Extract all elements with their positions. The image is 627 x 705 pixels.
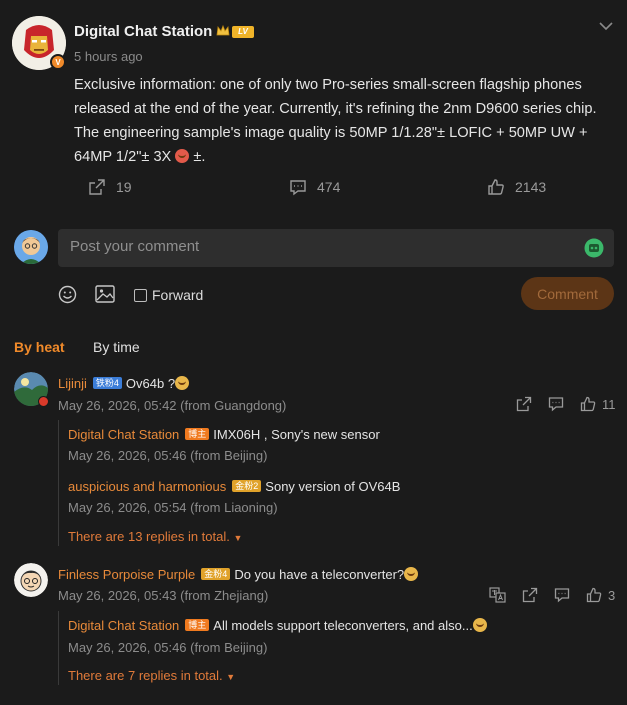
emoji-picker-icon[interactable] [584, 238, 604, 263]
submit-comment-button[interactable]: Comment [521, 277, 614, 310]
thumbs-up-icon [488, 179, 504, 195]
reply-time: May 26, 2026, 05:54 (from Liaoning) [68, 500, 278, 515]
level-badge: LV [232, 26, 254, 38]
comment-header: Lijinji 铁粉4 Ov64b ? [58, 375, 190, 393]
more-replies-link[interactable]: There are 7 replies in total. ▼ [68, 668, 235, 683]
chevron-down-icon[interactable] [598, 19, 614, 37]
comment-text: Ov64b ? [125, 376, 176, 391]
comment-icon [290, 180, 306, 196]
share-icon[interactable] [516, 396, 532, 417]
tab-by-heat[interactable]: By heat [14, 339, 65, 355]
post-body-tail: ±. [193, 149, 206, 165]
translate-icon[interactable] [489, 587, 506, 608]
thumbs-up-icon [580, 396, 596, 412]
post-time: 5 hours ago [74, 49, 143, 64]
share-icon [89, 179, 105, 195]
share-icon[interactable] [522, 587, 538, 608]
vip-badge-icon [38, 396, 49, 407]
fan-level-badge: 金粉2 [232, 480, 262, 492]
reply-thread-line [58, 420, 59, 546]
verified-badge-icon: V [50, 54, 66, 70]
comment-like-button[interactable]: 3 [586, 587, 615, 603]
repost-button[interactable]: 19 [88, 178, 132, 196]
tab-by-time[interactable]: By time [93, 339, 140, 355]
reply-thread-line [58, 611, 59, 685]
reply-author[interactable]: Digital Chat Station [68, 618, 179, 633]
caret-down-icon: ▼ [233, 533, 243, 543]
post-author-name[interactable]: Digital Chat Station [74, 23, 212, 40]
thumbs-up-icon [586, 587, 602, 603]
reply-header: auspicious and harmonious 金粉2 Sony version… [68, 478, 400, 496]
comment-count: 474 [317, 179, 341, 195]
post-body-text: Exclusive information: one of only two P… [74, 77, 597, 165]
blogger-badge: 博主 [185, 619, 210, 631]
repost-count: 19 [116, 179, 132, 195]
reply-time: May 26, 2026, 05:46 (from Beijing) [68, 448, 268, 463]
current-user-avatar [14, 230, 48, 264]
comment-input-box[interactable] [58, 229, 614, 267]
fan-level-badge: 铁粉4 [92, 377, 122, 389]
comment-time: May 26, 2026, 05:43 (from Zhejiang) [58, 588, 269, 603]
like-count: 2143 [515, 179, 547, 195]
comment-button[interactable]: 474 [289, 178, 340, 196]
comment-author[interactable]: Lijinji [58, 376, 87, 391]
forward-checkbox-group[interactable]: Forward [134, 287, 203, 303]
comment-avatar[interactable] [14, 563, 48, 597]
forward-label: Forward [152, 287, 204, 303]
reply-header: Digital Chat Station 博主 All models support… [68, 617, 487, 635]
comment-time: May 26, 2026, 05:42 (from Guangdong) [58, 398, 287, 413]
forward-checkbox[interactable] [134, 288, 147, 302]
cat-emoji-icon [404, 567, 419, 581]
post-body: Exclusive information: one of only two P… [74, 73, 619, 169]
comment-author[interactable]: Finless Porpoise Purple [58, 567, 195, 582]
reply-author[interactable]: Digital Chat Station [68, 427, 179, 442]
more-replies-text: There are 7 replies in total. [68, 668, 223, 683]
image-icon[interactable] [95, 285, 115, 308]
like-button[interactable]: 2143 [487, 178, 546, 196]
blogger-badge: 博主 [185, 428, 210, 440]
emoji-icon [175, 149, 190, 163]
reply-icon[interactable] [554, 587, 570, 608]
reply-author[interactable]: auspicious and harmonious [68, 479, 226, 494]
comment-like-button[interactable]: 11 [580, 396, 616, 412]
reply-text: All models support teleconverters, and a… [213, 618, 473, 633]
crown-icon [216, 24, 230, 43]
cat-emoji-icon [175, 376, 190, 390]
comment-header: Finless Porpoise Purple 金粉4 Do you have a … [58, 566, 419, 584]
caret-down-icon: ▼ [226, 672, 236, 682]
comment-text: Do you have a teleconverter? [234, 567, 405, 582]
reply-text: Sony version of OV64B [265, 479, 401, 494]
reply-text: IMX06H , Sony's new sensor [213, 427, 380, 442]
more-replies-link[interactable]: There are 13 replies in total. ▼ [68, 529, 242, 544]
fan-level-badge: 金粉4 [201, 568, 231, 580]
comment-like-count: 3 [608, 587, 616, 603]
reply-time: May 26, 2026, 05:46 (from Beijing) [68, 640, 268, 655]
cat-emoji-icon [472, 618, 487, 632]
smiley-icon[interactable] [58, 285, 77, 309]
reply-header: Digital Chat Station 博主 IMX06H , Sony's ne… [68, 426, 380, 444]
comment-like-count: 11 [602, 396, 616, 412]
more-replies-text: There are 13 replies in total. [68, 529, 230, 544]
comment-input[interactable] [70, 238, 570, 255]
reply-icon[interactable] [548, 396, 564, 417]
